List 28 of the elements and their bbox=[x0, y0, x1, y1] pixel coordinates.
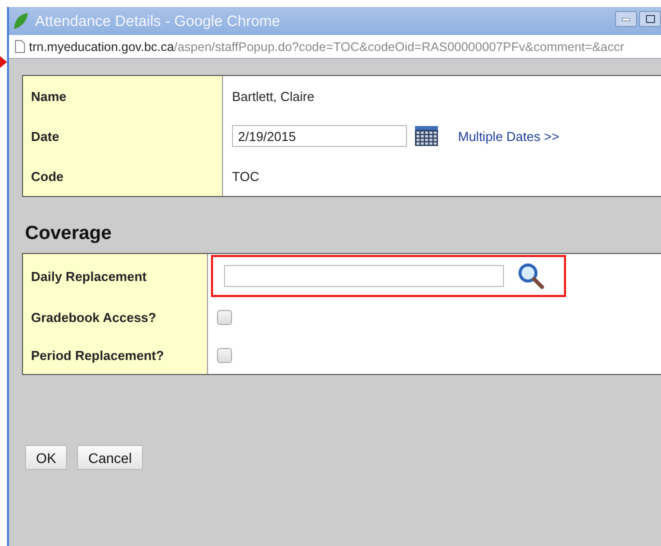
multiple-dates-link[interactable]: Multiple Dates >> bbox=[458, 128, 560, 144]
section-heading: Coverage bbox=[25, 223, 113, 245]
maximize-icon bbox=[646, 15, 654, 23]
window-title: Attendance Details - Google Chrome bbox=[35, 12, 280, 30]
checkbox[interactable] bbox=[217, 310, 232, 324]
cancel-button[interactable]: Cancel bbox=[77, 445, 143, 470]
field-label: Daily Replacement bbox=[23, 254, 208, 298]
field-label: Name bbox=[23, 76, 223, 116]
field-label: Date bbox=[23, 116, 223, 156]
page-icon bbox=[15, 40, 25, 53]
ok-button[interactable]: OK bbox=[25, 445, 68, 470]
maximize-button[interactable] bbox=[639, 11, 661, 27]
field-value: TOC bbox=[232, 168, 260, 184]
minimize-icon bbox=[622, 18, 630, 20]
field-label: Gradebook Access? bbox=[23, 298, 208, 336]
calendar-icon[interactable] bbox=[415, 126, 438, 146]
checkbox[interactable] bbox=[217, 348, 232, 362]
replacement-field[interactable] bbox=[224, 265, 504, 287]
address-bar[interactable]: trn.myeducation.gov.bc.ca/aspen/staffPopup.do?code=TOC&codeOid=RAS00000007PFv&comment=&accr bbox=[9, 35, 661, 59]
field-value: Bartlett, Claire bbox=[232, 88, 314, 104]
field-label: Code bbox=[23, 156, 223, 196]
leaf-icon bbox=[13, 12, 29, 30]
field-label: Period Replacement? bbox=[23, 336, 208, 374]
minimize-button[interactable] bbox=[615, 11, 637, 27]
arrow-icon bbox=[0, 56, 7, 68]
search-icon[interactable] bbox=[518, 263, 544, 289]
url-text: trn.myeducation.gov.bc.ca/aspen/staffPopup.do?code=TOC&codeOid=RAS00000007PFv&comment=&accr bbox=[29, 40, 624, 54]
date-field[interactable]: 2/19/2015 bbox=[232, 125, 407, 147]
